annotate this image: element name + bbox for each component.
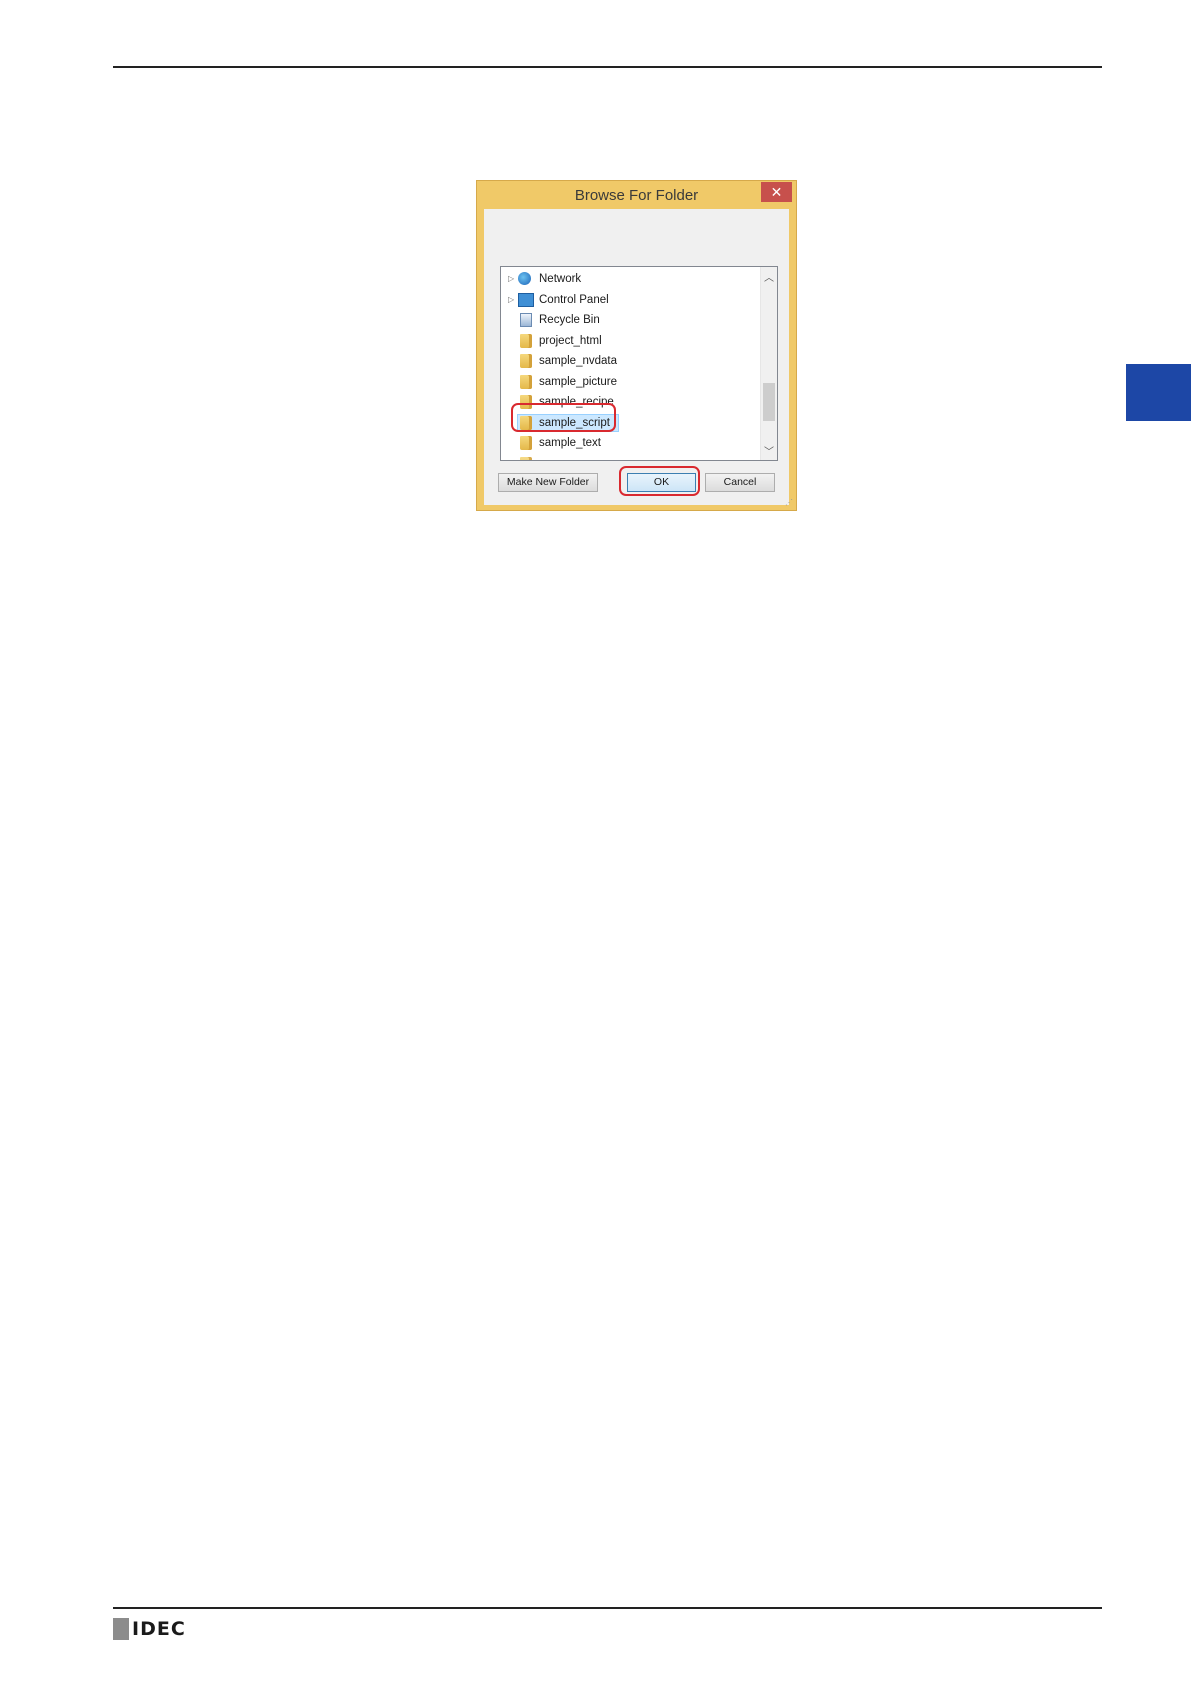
- logo-bar: [113, 1618, 129, 1640]
- tree-item-label: project_html: [539, 334, 602, 347]
- close-icon: ✕: [770, 184, 783, 200]
- folder-icon: [520, 333, 532, 348]
- scroll-up-icon[interactable]: ︿: [761, 269, 777, 284]
- folder-icon: [520, 436, 532, 450]
- expand-arrow-icon[interactable]: ▷: [508, 454, 514, 461]
- cancel-button[interactable]: Cancel: [705, 473, 775, 492]
- footer-rule: [113, 1607, 1102, 1609]
- recycle-bin-icon: [520, 313, 532, 327]
- idec-logo: IDEC: [113, 1618, 186, 1640]
- chapter-tab: [1126, 364, 1191, 421]
- tree-item-network[interactable]: ▷ Network: [501, 269, 759, 290]
- make-new-folder-button[interactable]: Make New Folder: [498, 473, 598, 492]
- logo-text: IDEC: [132, 1618, 186, 1640]
- ok-callout: [619, 466, 700, 496]
- tree-item-recycle-bin[interactable]: Recycle Bin: [501, 310, 759, 331]
- tree-item-sample-picture[interactable]: sample_picture: [501, 372, 759, 393]
- dialog-client-area: ▷ Network ▷ Control Panel Recycle Bin pr…: [484, 209, 789, 505]
- tree-item-sample-nvdata[interactable]: sample_nvdata: [501, 351, 759, 372]
- network-icon: [518, 272, 531, 285]
- dialog-title: Browse For Folder: [574, 187, 699, 204]
- browse-for-folder-dialog: Browse For Folder ✕ ▷ Network ▷ Control …: [476, 180, 797, 511]
- tree-item-label: sample_picture: [539, 375, 617, 388]
- tree-item-label: sample_text: [539, 437, 602, 449]
- tree-item-label: Control Panel: [539, 293, 609, 306]
- tree-item-label: sample_nvdata: [539, 355, 617, 367]
- control-panel-icon: [518, 292, 534, 307]
- scroll-down-icon[interactable]: ﹀: [761, 443, 777, 458]
- close-button[interactable]: ✕: [761, 182, 792, 202]
- tree-item-sample-text[interactable]: sample_text: [501, 433, 759, 454]
- dialog-titlebar[interactable]: Browse For Folder ✕: [477, 181, 796, 209]
- vertical-scrollbar[interactable]: ︿ ﹀: [760, 267, 777, 460]
- selection-callout: [511, 403, 616, 432]
- expand-arrow-icon[interactable]: ▷: [508, 269, 514, 289]
- resize-grip-icon[interactable]: ⋰: [785, 499, 793, 507]
- folder-icon: [520, 456, 532, 460]
- tree-item-label: Recycle Bin: [539, 314, 600, 326]
- expand-arrow-icon[interactable]: ▷: [508, 290, 514, 310]
- tree-item-control-panel[interactable]: ▷ Control Panel: [501, 290, 759, 311]
- tree-item-project-html[interactable]: project_html: [501, 331, 759, 352]
- header-rule: [113, 66, 1102, 68]
- scroll-thumb[interactable]: [763, 383, 775, 421]
- tree-item-partial[interactable]: ▷: [501, 454, 759, 461]
- folder-icon: [520, 374, 532, 389]
- folder-icon: [520, 354, 532, 368]
- folder-tree-list: ▷ Network ▷ Control Panel Recycle Bin pr…: [501, 269, 759, 461]
- tree-item-label: Network: [539, 273, 582, 285]
